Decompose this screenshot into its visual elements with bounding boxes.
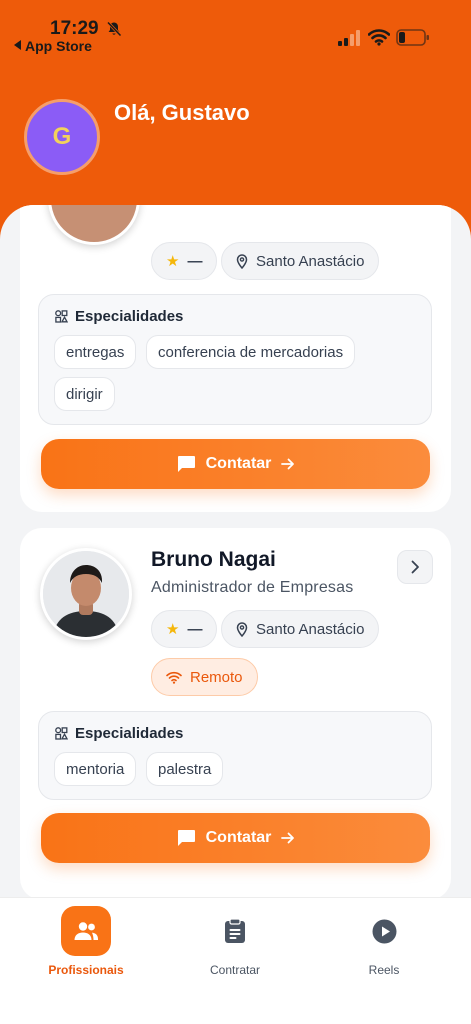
tab-bar: Profissionais Contratar Reels [0,897,471,1024]
specialty-tag: palestra [146,752,224,786]
location-pin-icon [236,621,248,637]
contact-button[interactable]: Contatar [41,439,430,489]
back-to-app-store[interactable]: App Store [14,38,92,54]
shapes-icon [55,310,68,323]
professional-role: Administrador de Empresas [151,579,354,596]
user-avatar[interactable]: G [24,99,100,175]
wifi-icon [368,29,390,46]
users-icon [74,922,98,940]
specialties-box: Especialidades entregas conferencia de m… [38,294,432,425]
star-icon: ★ [166,621,180,638]
professional-avatar[interactable] [48,205,140,245]
open-profile-button[interactable] [397,550,433,584]
specialty-tag: dirigir [54,377,115,411]
status-time: 17:29 [50,18,99,39]
arrow-right-icon [281,832,295,844]
professional-avatar[interactable] [40,548,132,640]
specialty-tag: entregas [54,335,137,369]
location-pin-icon [236,253,248,269]
cellular-signal-icon [338,30,360,46]
bell-off-icon [106,21,122,37]
play-circle-icon [372,919,396,943]
professional-card: Bruno Nagai Administrador de Empresas ★ —… [20,528,451,900]
specialty-tag: mentoria [54,752,137,786]
location-chip: Santo Anastácio [221,610,380,648]
battery-icon [396,29,429,46]
back-arrow-icon [14,40,21,50]
tab-reels[interactable]: Reels [319,906,449,977]
location-chip: Santo Anastácio [221,242,380,280]
specialties-title: Especialidades [55,308,183,325]
contact-button[interactable]: Contatar [41,813,430,863]
tab-contratar[interactable]: Contratar [170,906,300,977]
header: 17:29 App Store G Olá, Gustavo [0,0,471,240]
chat-icon [177,456,195,472]
chat-icon [177,830,195,846]
shapes-icon [55,727,68,740]
clipboard-icon [225,918,245,943]
person-photo [43,551,129,637]
star-icon: ★ [166,253,180,270]
professional-name: Bruno Nagai [151,548,276,571]
rating-chip: ★ — [151,610,218,648]
specialties-title: Especialidades [55,725,183,742]
remote-badge: Remoto [151,658,258,696]
specialty-tag: conferencia de mercadorias [146,335,356,369]
chevron-right-icon [411,560,419,574]
wifi-icon [166,671,182,684]
greeting: Olá, Gustavo [114,100,250,125]
professional-card: ★ — Santo Anastácio Especialidades entreg… [20,205,451,512]
rating-chip: ★ — [151,242,218,280]
specialties-box: Especialidades mentoria palestra [38,711,432,800]
tab-profissionais[interactable]: Profissionais [21,906,151,977]
arrow-right-icon [281,458,295,470]
